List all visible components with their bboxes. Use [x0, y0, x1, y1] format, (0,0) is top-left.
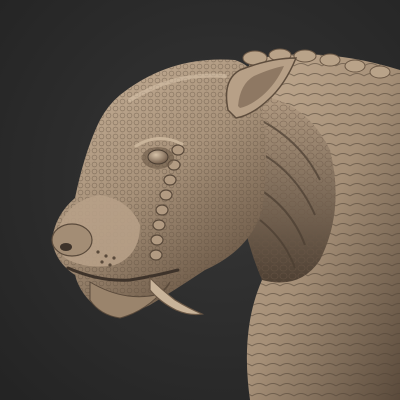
eye [147, 149, 169, 165]
nose [51, 223, 93, 257]
render-viewport [0, 0, 400, 400]
nostril [60, 243, 72, 251]
creature-render [0, 0, 400, 400]
